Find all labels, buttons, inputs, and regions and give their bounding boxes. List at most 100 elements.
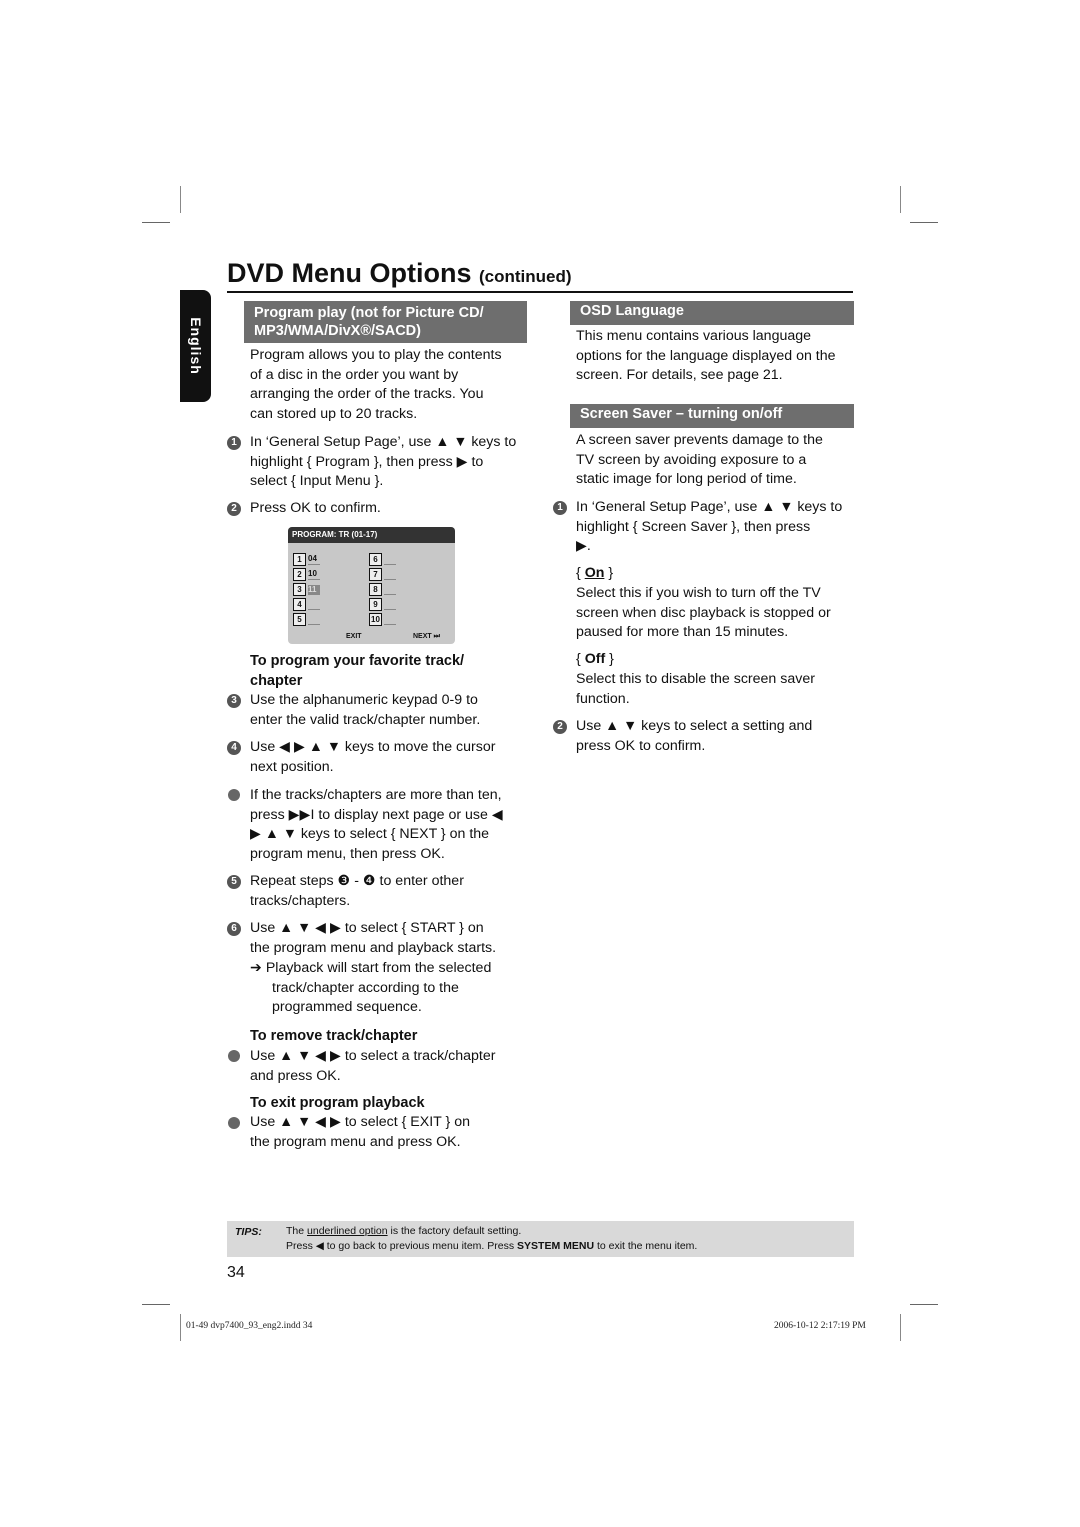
section-title-line: MP3/WMA/DivX®/SACD)	[254, 323, 421, 339]
step-number-icon: 1	[227, 436, 241, 450]
intro-text: Program allows you to play the contents …	[250, 346, 502, 424]
program-slot: 5	[293, 613, 320, 626]
crop-mark	[142, 222, 170, 223]
step-number-icon: 3	[227, 694, 241, 708]
slot-number: 9	[369, 598, 382, 611]
tips-box: TIPS: The underlined option is the facto…	[227, 1221, 854, 1257]
text-line: chapter	[250, 672, 303, 689]
section-title-line: Program play (not for Picture CD/	[254, 305, 484, 321]
text-line: In ‘General Setup Page’, use ▲ ▼ keys to	[250, 434, 517, 450]
subheading-program-track: To program your favorite track/ chapter	[250, 652, 464, 691]
text-line: paused for more than 15 minutes.	[576, 624, 789, 641]
text-line: can stored up to 20 tracks.	[250, 405, 418, 422]
step-1: In ‘General Setup Page’, use ▲ ▼ keys to…	[250, 433, 516, 492]
text-line: Use ◀ ▶ ▲ ▼ keys to move the cursor	[250, 739, 496, 755]
text-line: Use ▲ ▼ ◀ ▶ to select { EXIT } on	[250, 1114, 470, 1130]
osd-language-text: This menu contains various language opti…	[576, 327, 836, 386]
title-suffix: (continued)	[479, 267, 572, 286]
program-slot: 9	[369, 598, 396, 611]
option-off-text: Select this to disable the screen saver …	[576, 670, 815, 709]
text-line: press ▶▶I to display next page or use ◀	[250, 806, 503, 823]
text-line: If the tracks/chapters are more than ten…	[250, 787, 502, 803]
step-number-icon: 6	[227, 922, 241, 936]
step-2: Press OK to confirm.	[250, 500, 381, 516]
osd-title: PROGRAM: TR (01-17)	[288, 527, 455, 543]
bullet-icon	[228, 789, 240, 801]
subheading-remove-track: To remove track/chapter	[250, 1028, 418, 1044]
program-slot: 2 10	[293, 568, 320, 581]
section-header-osd-language: OSD Language	[570, 301, 854, 325]
slot-value: 10	[308, 569, 320, 580]
text: Press ◀ to go back to previous menu item…	[286, 1240, 518, 1252]
text: is the factory default setting.	[387, 1225, 522, 1237]
osd-exit-label: EXIT	[346, 633, 362, 640]
program-slot: 3 11	[293, 583, 320, 596]
section-header-screen-saver: Screen Saver – turning on/off	[570, 404, 854, 428]
text-line: ➔ Playback will start from the selected	[250, 960, 492, 976]
bullet-icon	[228, 1117, 240, 1129]
text-line: select { Input Menu }.	[250, 473, 384, 490]
text-line: A screen saver prevents damage to the	[576, 432, 823, 448]
section-header-program-play: Program play (not for Picture CD/ MP3/WM…	[244, 301, 527, 343]
slot-value: 11	[308, 584, 320, 595]
tips-line-2: Press ◀ to go back to previous menu item…	[286, 1240, 697, 1252]
step-6-result: ➔ Playback will start from the selected …	[250, 959, 491, 1018]
text-line: and press OK.	[250, 1067, 341, 1084]
slot-value	[384, 614, 396, 625]
text-line: tracks/chapters.	[250, 892, 351, 909]
text-line: ▶ ▲ ▼ keys to select { NEXT } on the	[250, 826, 490, 843]
text-line: highlight { Program }, then press ▶ to	[250, 453, 484, 470]
text-line: Use ▲ ▼ ◀ ▶ to select a track/chapter	[250, 1048, 496, 1064]
step-number-icon: 2	[227, 502, 241, 516]
page-number: 34	[227, 1264, 245, 1281]
program-slot: 6	[369, 553, 396, 566]
program-slot: 4	[293, 598, 320, 611]
text-line: the program menu and press OK.	[250, 1133, 461, 1150]
text-line: highlight { Screen Saver }, then press	[576, 518, 811, 535]
program-slot: 1 04	[293, 553, 320, 566]
tips-line-1: The underlined option is the factory def…	[286, 1225, 521, 1237]
crop-mark	[180, 1314, 181, 1341]
title-text: DVD Menu Options	[227, 258, 472, 288]
text-line: options for the language displayed on th…	[576, 347, 836, 364]
crop-mark	[910, 222, 938, 223]
page-title: DVD Menu Options (continued)	[227, 258, 853, 293]
crop-mark	[900, 186, 901, 213]
slot-number: 7	[369, 568, 382, 581]
slot-value	[384, 554, 396, 565]
step-number-icon: 2	[553, 720, 567, 734]
text-line: track/chapter according to the	[272, 979, 459, 996]
step-number-icon: 1	[553, 501, 567, 515]
option-on: { On }	[576, 565, 614, 581]
crop-mark	[900, 1314, 901, 1341]
step-number-icon: 5	[227, 875, 241, 889]
option-on-label: On	[584, 565, 605, 581]
slug-timestamp: 2006-10-12 2:17:19 PM	[774, 1321, 866, 1331]
text-line: To program your favorite track/	[250, 653, 465, 669]
text-line: programmed sequence.	[272, 999, 422, 1016]
slot-number: 4	[293, 598, 306, 611]
slot-value	[308, 614, 320, 625]
step-6: Use ▲ ▼ ◀ ▶ to select { START } on the p…	[250, 919, 496, 958]
program-slot: 10	[369, 613, 396, 626]
step-5: Repeat steps ❸ - ❹ to enter other tracks…	[250, 872, 464, 911]
program-slot: 7	[369, 568, 396, 581]
slot-number: 6	[369, 553, 382, 566]
program-slot: 8	[369, 583, 396, 596]
screen-saver-step-1: In ‘General Setup Page’, use ▲ ▼ keys to…	[576, 498, 842, 557]
step-3: Use the alphanumeric keypad 0-9 to enter…	[250, 691, 480, 730]
tips-label: TIPS:	[235, 1226, 262, 1238]
screen-saver-text: A screen saver prevents damage to the TV…	[576, 431, 823, 490]
slot-value	[384, 569, 396, 580]
program-menu-screenshot: PROGRAM: TR (01-17) 1 04 2 10 3 11 4 5 6 7 8 9 10 EX…	[288, 527, 455, 644]
crop-mark	[910, 1304, 938, 1305]
osd-next: NEXT ⏭	[413, 633, 440, 641]
text: to exit the menu item.	[594, 1240, 698, 1252]
text-line: function.	[576, 690, 630, 707]
slot-number: 3	[293, 583, 306, 596]
osd-next-label: NEXT	[413, 633, 432, 640]
slot-number: 10	[369, 613, 382, 626]
text-line: In ‘General Setup Page’, use ▲ ▼ keys to	[576, 499, 843, 515]
text-line: Use ▲ ▼ keys to select a setting and	[576, 718, 813, 734]
screen-saver-step-2: Use ▲ ▼ keys to select a setting and pre…	[576, 717, 812, 756]
